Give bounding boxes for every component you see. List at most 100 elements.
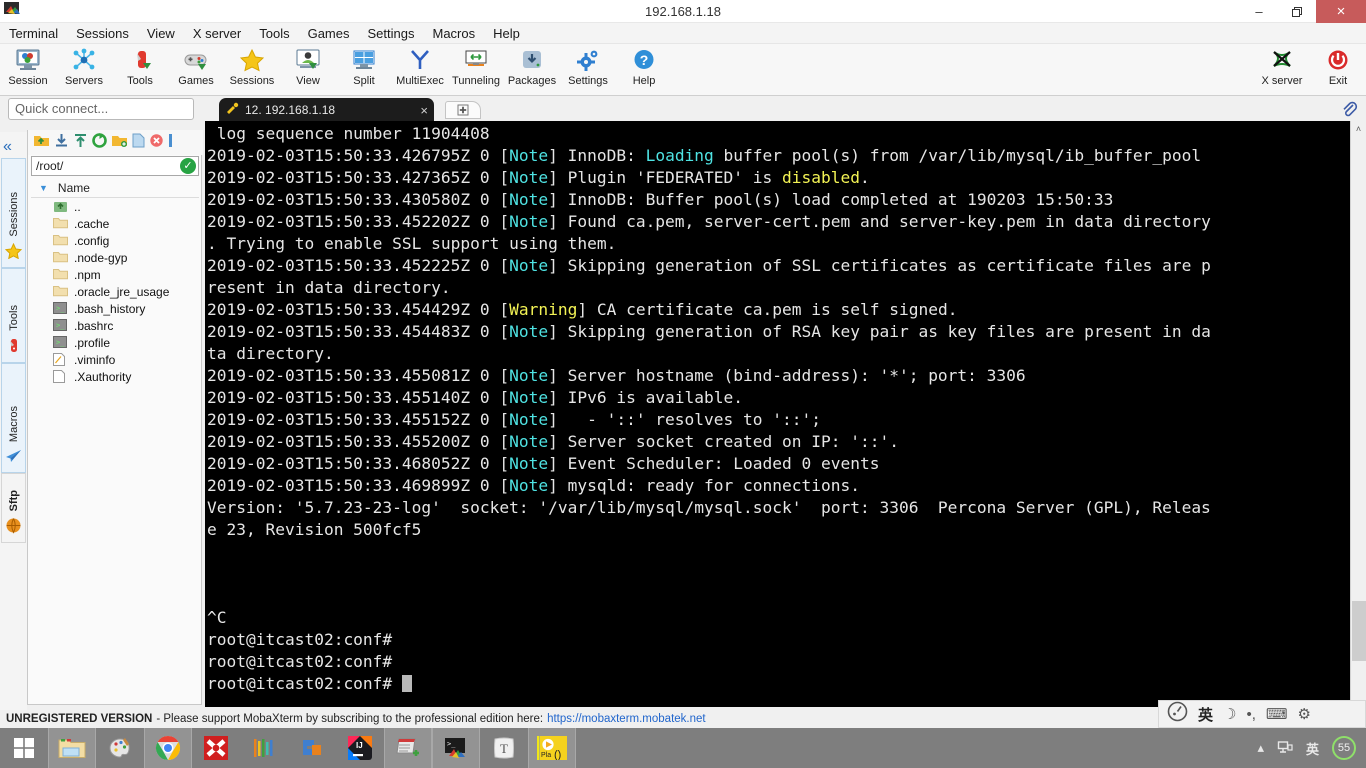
taskbar-audacity[interactable] [240,728,288,768]
terminal-line: root@itcast02:conf# [207,673,1350,695]
terminal-tab-1-close-icon[interactable]: × [420,103,428,118]
sftp-file-list[interactable]: .. .cache .config .node-gyp .npm .oracle… [31,198,199,678]
terminal-scrollbar-thumb[interactable] [1352,601,1366,661]
list-item[interactable]: .npm [31,266,199,283]
terminal-line: ^C [207,608,227,627]
list-item[interactable]: .oracle_jre_usage [31,283,199,300]
vertical-tab-macros[interactable]: Macros [1,363,26,473]
taskbar-chrome[interactable] [144,728,192,768]
paperclip-icon[interactable] [1341,101,1358,122]
list-item[interactable]: .config [31,232,199,249]
list-item[interactable]: .node-gyp [31,249,199,266]
vertical-tab-sftp-label: Sftp [7,489,20,511]
new-folder-icon[interactable] [111,133,128,153]
vertical-tab-sessions[interactable]: Sessions [1,158,26,268]
vertical-tab-tools[interactable]: Tools [1,268,26,363]
ime-keyboard-icon[interactable]: ⌨ [1266,705,1288,723]
list-item[interactable]: .cache [31,215,199,232]
ribbon-sessions-label: Sessions [229,75,275,87]
help-icon: ? [631,46,657,74]
ribbon-multiexec-button[interactable]: MultiExec [392,46,448,94]
menu-help[interactable]: Help [484,23,529,44]
ribbon-x-server-button[interactable]: X server [1254,46,1310,94]
restore-button[interactable] [1278,0,1316,23]
menu-games[interactable]: Games [299,23,359,44]
sogou-icon[interactable] [1167,701,1188,727]
ime-gear-icon[interactable]: ⚙ [1298,705,1311,723]
parent-folder-icon[interactable] [33,133,50,153]
new-tab-button[interactable] [445,101,481,119]
taskbar-mobaxterm[interactable]: >_ [432,728,480,768]
list-item[interactable]: >_ .bash_history [31,300,199,317]
ribbon-help-button[interactable]: ? Help [616,46,672,94]
refresh-icon[interactable] [92,132,107,153]
new-file-icon[interactable] [132,133,145,153]
taskbar-file-explorer[interactable] [48,728,96,768]
list-item-label: .bash_history [74,301,146,316]
sftp-path-input[interactable]: /root/ ✓ [31,156,199,176]
menu-terminal[interactable]: Terminal [0,23,67,44]
list-item[interactable]: .Xauthority [31,368,199,385]
list-item-label: .bashrc [74,318,114,333]
more-tools-icon[interactable] [168,133,174,153]
tray-ime-lang[interactable]: 英 [1306,739,1319,758]
terminal-line: 2019-02-03T15:50:33.426795Z 0 [Note] Inn… [207,146,1202,165]
terminal-vertical-scrollbar[interactable]: ˄ [1350,121,1366,707]
taskbar-intellij-idea[interactable]: IJ [336,728,384,768]
ribbon-split-button[interactable]: Split [336,46,392,94]
taskbar-typora[interactable]: T [480,728,528,768]
list-item[interactable]: .. [31,198,199,215]
ribbon-settings-button[interactable]: Settings [560,46,616,94]
servers-icon [71,46,97,74]
upload-icon[interactable] [73,133,88,153]
taskbar-xmind[interactable] [192,728,240,768]
ribbon-session-button[interactable]: Session [0,46,56,94]
list-item[interactable]: .viminfo [31,351,199,368]
vertical-tab-sftp[interactable]: Sftp [1,473,26,543]
menu-x-server[interactable]: X server [184,23,250,44]
start-button[interactable] [0,737,48,759]
taskbar-editplus[interactable] [288,728,336,768]
menu-settings[interactable]: Settings [359,23,424,44]
download-icon[interactable] [54,133,69,153]
list-item-label: .npm [74,267,101,282]
tray-network-icon[interactable] [1277,739,1293,758]
ribbon-exit-button[interactable]: Exit [1310,46,1366,94]
ribbon-view-button[interactable]: View [280,46,336,94]
list-item[interactable]: >_ .bashrc [31,317,199,334]
menu-view[interactable]: View [138,23,184,44]
ribbon-servers-button[interactable]: Servers [56,46,112,94]
svg-text:>_: >_ [56,322,65,330]
quick-connect-input[interactable]: Quick connect... [8,98,194,120]
scroll-up-icon[interactable]: ˄ [1351,121,1366,137]
tray-chevron-icon[interactable]: ▴ [1257,740,1264,756]
close-button[interactable]: × [1316,0,1366,23]
collapse-sidebar-icon[interactable]: « [3,138,12,156]
sftp-column-header[interactable]: ▼ Name [31,178,199,198]
terminal-tab-1[interactable]: 12. 192.168.1.18 × [219,98,434,122]
delete-icon[interactable] [149,133,164,153]
mobaxterm-link[interactable]: https://mobaxterm.mobatek.net [547,713,706,725]
menu-tools[interactable]: Tools [250,23,298,44]
ime-lang-toggle[interactable]: 英 [1198,704,1213,725]
taskbar-potplayer[interactable]: Pla() [528,728,576,768]
ribbon-packages-button[interactable]: Packages [504,46,560,94]
ribbon-games-button[interactable]: Games [168,46,224,94]
terminal-output[interactable]: log sequence number 11904408 2019-02-03T1… [205,121,1350,707]
menu-macros[interactable]: Macros [423,23,484,44]
list-item-label: .oracle_jre_usage [74,284,170,299]
vertical-tab-macros-label: Macros [7,405,20,442]
taskbar-paint[interactable] [96,728,144,768]
battery-indicator[interactable]: 55 [1332,736,1356,760]
ribbon-tunneling-button[interactable]: Tunneling [448,46,504,94]
minimize-button[interactable]: – [1240,0,1278,23]
tools-icon [127,46,153,74]
ime-punctuation-icon[interactable]: •, [1246,706,1255,723]
menu-sessions[interactable]: Sessions [67,23,138,44]
ribbon-sessions-button[interactable]: Sessions [224,46,280,94]
list-item[interactable]: >_ .profile [31,334,199,351]
ribbon-tools-button[interactable]: Tools [112,46,168,94]
taskbar-notepad-plus-plus[interactable] [384,728,432,768]
ime-moon-icon[interactable]: ☽ [1223,705,1236,723]
